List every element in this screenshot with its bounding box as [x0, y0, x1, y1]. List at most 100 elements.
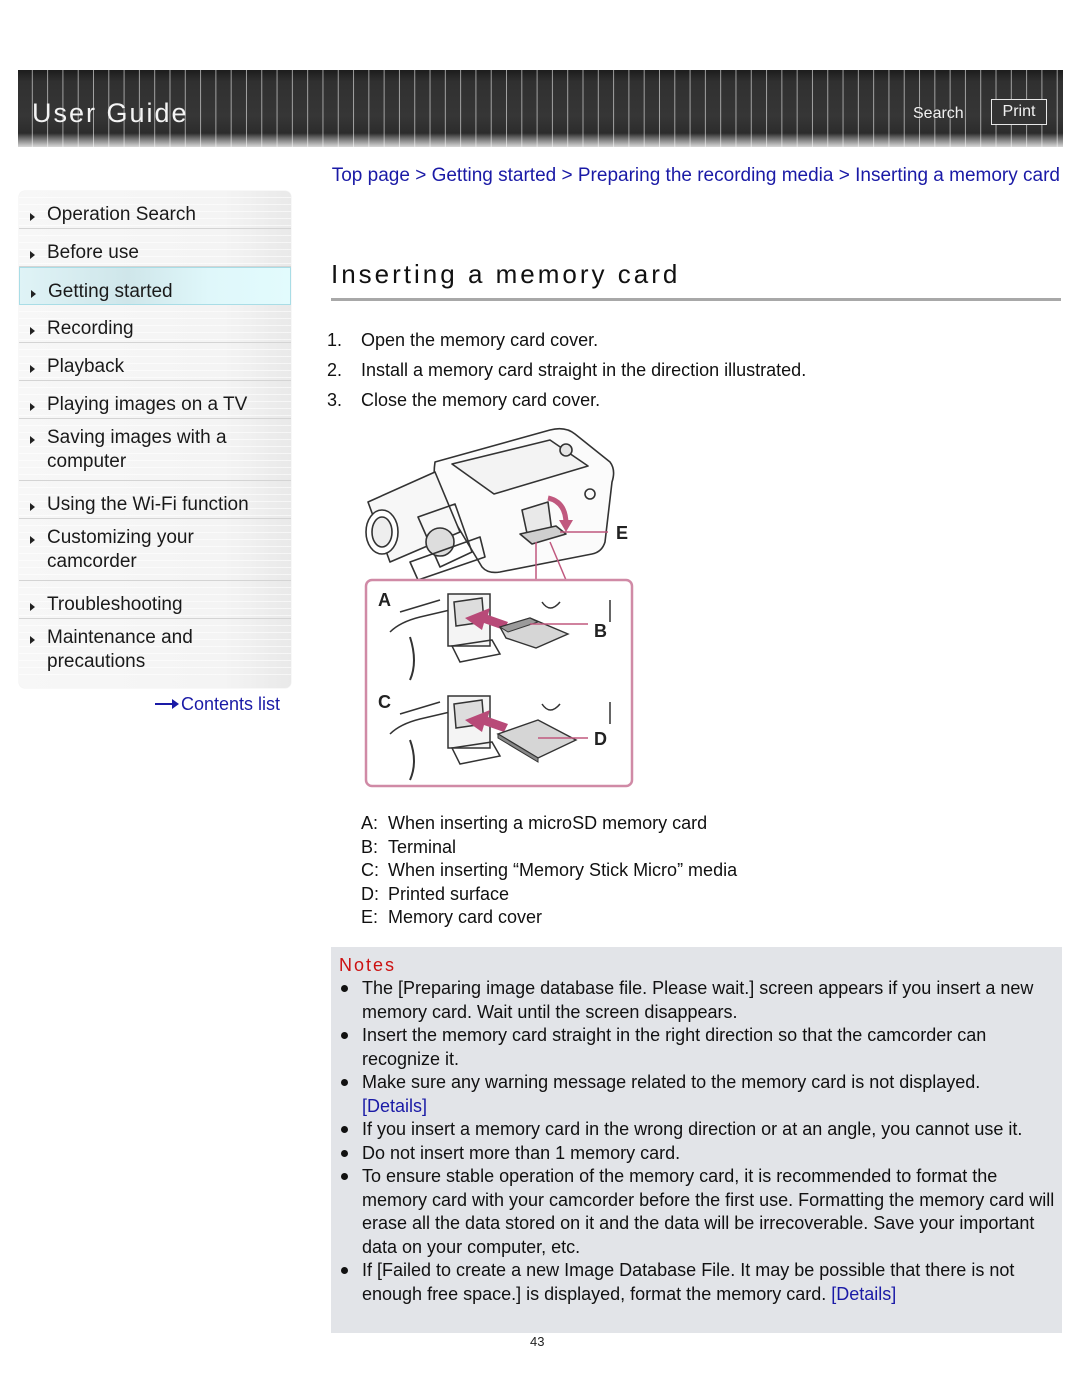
sidebar-item-label: Troubleshooting — [47, 594, 183, 615]
bullet-icon — [341, 1032, 348, 1039]
legend-key: C: — [361, 860, 379, 880]
notes-title: Notes — [339, 955, 397, 975]
step-number: 1. — [327, 330, 343, 350]
print-button[interactable]: Print — [991, 99, 1047, 125]
bullet-icon — [341, 1267, 348, 1274]
legend-text: Printed surface — [388, 883, 510, 904]
legend-key: B: — [361, 836, 379, 857]
note-text: Make sure any warning message related to… — [362, 1072, 981, 1092]
legend-key: A: — [361, 813, 379, 833]
label-d: D — [594, 729, 607, 749]
title-divider — [331, 298, 1061, 301]
note-item: If you insert a memory card in the wrong… — [331, 1118, 1062, 1142]
bullet-icon — [341, 1079, 348, 1086]
legend-text: Memory card cover — [388, 907, 543, 927]
details-link[interactable]: [Details] — [831, 1284, 896, 1304]
label-c: C — [378, 692, 391, 712]
sidebar-item-before-use[interactable]: Before use — [19, 229, 291, 267]
triangle-right-icon — [30, 403, 35, 411]
breadcrumb-getting-started[interactable]: Getting started — [432, 165, 557, 186]
note-item: The [Preparing image database file. Plea… — [331, 977, 1062, 1024]
header-bar: User Guide Search Print — [18, 70, 1063, 147]
sidebar-item-label: Using the Wi-Fi function — [47, 494, 249, 515]
sidebar-item-label: Recording — [47, 318, 134, 339]
details-link[interactable]: [Details] — [362, 1096, 427, 1116]
triangle-right-icon — [30, 365, 35, 373]
sidebar-item-playback[interactable]: Playback — [19, 343, 291, 381]
step-text: Open the memory card cover. — [361, 330, 599, 350]
page-number: 43 — [530, 1334, 545, 1349]
legend-item: A: When inserting a microSD memory card — [361, 812, 737, 836]
illustration-legend: A: When inserting a microSD memory card … — [361, 812, 737, 930]
search-link[interactable]: Search — [913, 105, 964, 123]
label-e: E — [616, 523, 628, 543]
step-item: 1. Open the memory card cover. — [327, 325, 806, 355]
note-text: To ensure stable operation of the memory… — [362, 1166, 1055, 1257]
label-a: A — [378, 590, 391, 610]
legend-item: C: When inserting “Memory Stick Micro” m… — [361, 859, 737, 883]
legend-item: D: Printed surface — [361, 883, 737, 907]
triangle-right-icon — [30, 327, 35, 335]
sidebar-item-getting-started[interactable]: Getting started — [19, 267, 291, 305]
app-title: User Guide — [32, 98, 189, 128]
sidebar-item-operation-search[interactable]: Operation Search — [19, 191, 291, 229]
note-item: Make sure any warning message related to… — [331, 1071, 1062, 1118]
breadcrumb-top-page[interactable]: Top page — [332, 165, 410, 186]
step-text: Install a memory card straight in the di… — [361, 360, 807, 380]
sidebar-item-customizing[interactable]: Customizing your camcorder — [19, 519, 291, 581]
camcorder-drawing — [365, 427, 615, 581]
sidebar-item-recording[interactable]: Recording — [19, 305, 291, 343]
legend-key: D: — [361, 883, 379, 904]
legend-item: B: Terminal — [361, 836, 737, 860]
note-item: Insert the memory card straight in the r… — [331, 1024, 1062, 1071]
sidebar-item-label: Getting started — [48, 281, 173, 302]
triangle-right-icon — [30, 251, 35, 259]
legend-text: Terminal — [388, 836, 457, 857]
triangle-right-icon — [30, 436, 35, 444]
sidebar-item-label: Operation Search — [47, 204, 196, 225]
sidebar-item-label: Maintenance and precautions — [47, 627, 193, 672]
note-item: Do not insert more than 1 memory card. — [331, 1142, 1062, 1166]
sidebar-item-troubleshooting[interactable]: Troubleshooting — [19, 581, 291, 619]
bullet-icon — [341, 985, 348, 992]
bullet-icon — [341, 1126, 348, 1133]
bullet-icon — [341, 1173, 348, 1180]
sidebar-item-label: Before use — [47, 242, 139, 263]
triangle-right-icon — [30, 603, 35, 611]
page-title: Inserting a memory card — [331, 259, 681, 289]
sidebar-item-wifi-function[interactable]: Using the Wi-Fi function — [19, 481, 291, 519]
label-b: B — [594, 621, 607, 641]
triangle-right-icon — [30, 536, 35, 544]
sidebar-item-saving-images[interactable]: Saving images with a computer — [19, 419, 291, 481]
contents-list-link[interactable]: Contents list — [155, 694, 280, 715]
legend-text: When inserting “Memory Stick Micro” medi… — [388, 860, 738, 880]
note-text: If you insert a memory card in the wrong… — [362, 1119, 1023, 1139]
sidebar-item-playing-images-on-tv[interactable]: Playing images on a TV — [19, 381, 291, 419]
arrow-right-icon — [155, 699, 179, 710]
contents-list-label: Contents list — [181, 694, 281, 714]
note-text: Do not insert more than 1 memory card. — [362, 1142, 681, 1163]
breadcrumb-preparing-media[interactable]: Preparing the recording media — [578, 165, 834, 186]
note-item: If [Failed to create a new Image Databas… — [331, 1259, 1062, 1306]
sidebar-item-label: Playing images on a TV — [47, 394, 248, 415]
note-text: Insert the memory card straight in the r… — [362, 1025, 987, 1069]
note-text: If [Failed to create a new Image Databas… — [362, 1260, 1015, 1304]
notes-box: Notes The [Preparing image database file… — [331, 947, 1062, 1333]
breadcrumb-separator: > — [561, 165, 573, 186]
sidebar-item-label: Saving images with a computer — [47, 427, 227, 472]
breadcrumb: Top page > Getting started > Preparing t… — [330, 164, 1060, 188]
triangle-right-icon — [30, 503, 35, 511]
sidebar-nav: Operation Search Before use Getting star… — [19, 191, 291, 688]
steps-list: 1. Open the memory card cover. 2. Instal… — [327, 325, 806, 415]
step-number: 3. — [327, 390, 343, 410]
breadcrumb-current[interactable]: Inserting a memory card — [855, 165, 1060, 186]
sidebar-item-label: Customizing your camcorder — [47, 527, 194, 572]
step-number: 2. — [327, 360, 343, 380]
triangle-right-icon — [30, 213, 35, 221]
sidebar-item-maintenance[interactable]: Maintenance and precautions — [19, 619, 291, 681]
breadcrumb-separator: > — [415, 165, 427, 186]
note-item: To ensure stable operation of the memory… — [331, 1165, 1062, 1259]
step-text: Close the memory card cover. — [361, 390, 601, 410]
step-item: 3. Close the memory card cover. — [327, 385, 806, 415]
sidebar-item-label: Playback — [47, 356, 125, 377]
